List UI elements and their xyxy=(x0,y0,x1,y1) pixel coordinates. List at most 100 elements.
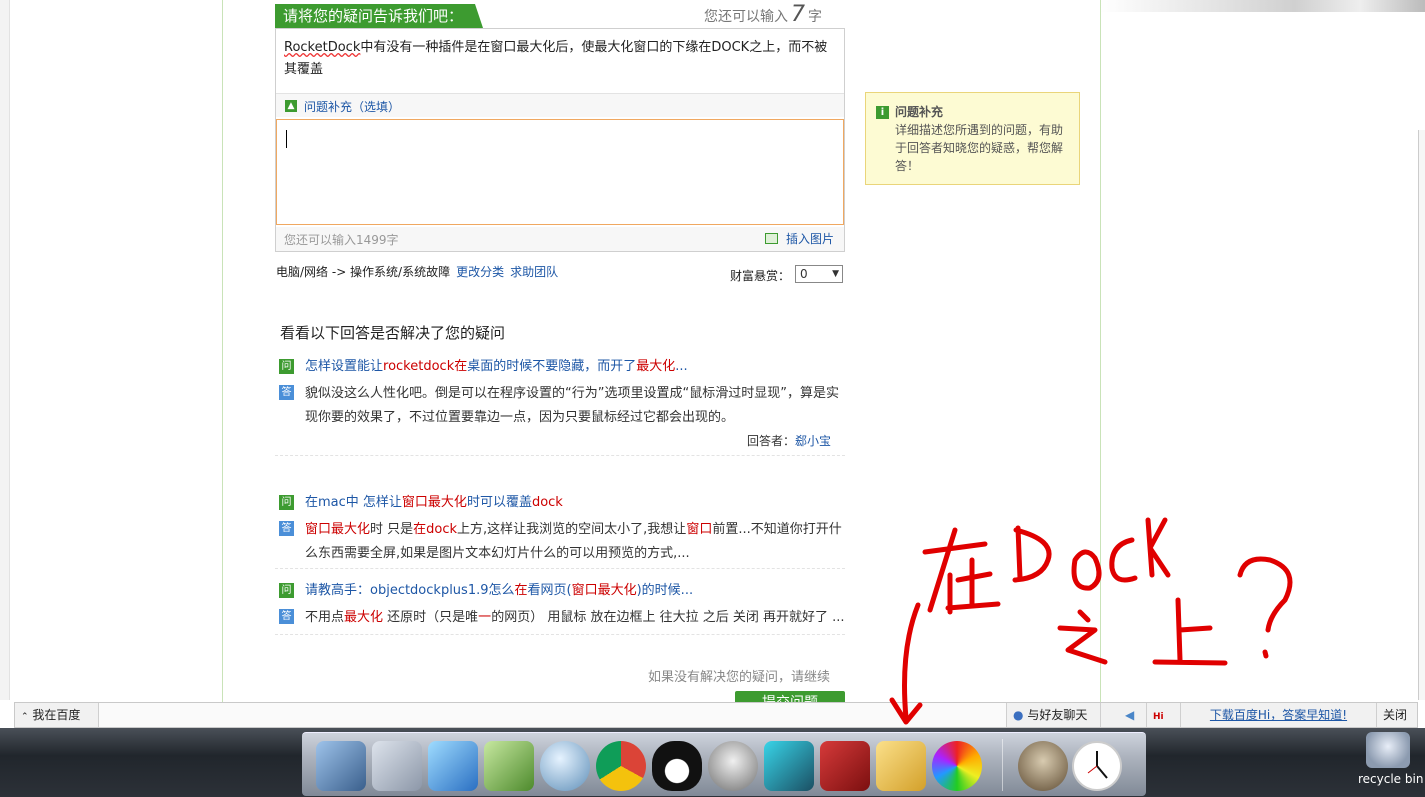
supplement-label: 问题补充（选填） xyxy=(304,100,401,114)
hi-label: Hi xyxy=(1153,712,1164,722)
page-scrollbar[interactable] xyxy=(1418,130,1425,700)
insert-image-link[interactable]: 插入图片 xyxy=(786,230,834,247)
change-category-link[interactable]: 更改分类 xyxy=(456,265,504,279)
globe-icon[interactable] xyxy=(540,741,590,791)
collapse-icon: ▲ xyxy=(285,100,297,112)
counter-suffix: 字 xyxy=(808,9,822,25)
qa-answer-row: 答 貌似没这么人性化吧。倒是可以在程序设置的“行为”选项里设置成“鼠标滑过时显现… xyxy=(275,382,845,430)
toolbar-close-button[interactable]: 关闭 xyxy=(1377,703,1417,727)
download-hi-link[interactable]: 下载百度Hi，答案早知道! xyxy=(1210,708,1347,722)
qa-item: 问 请教高手：objectdockplus1.9怎么在看网页(窗口最大化)的时候… xyxy=(275,580,845,635)
baidu-hi-icon[interactable]: Hi xyxy=(1147,703,1181,727)
clock-hands-icon xyxy=(1087,751,1108,779)
qa-question-row[interactable]: 问 请教高手：objectdockplus1.9怎么在看网页(窗口最大化)的时候… xyxy=(275,580,845,602)
recycle-bin-icon[interactable] xyxy=(1366,732,1410,768)
q-seg: rocketdock xyxy=(383,359,455,374)
qa-answer-row: 答 窗口最大化时 只是在dock上方,这样让我浏览的空间太小了,我想让窗口前置.… xyxy=(275,518,845,569)
category-line: 电脑/网络 -> 操作系统/系统故障 更改分类 求助团队 xyxy=(276,263,558,280)
paint-icon[interactable] xyxy=(372,741,422,791)
q-seg: 窗口最大化 xyxy=(401,495,467,510)
qa-question-row[interactable]: 问 怎样设置能让rocketdock在桌面的时候不要隐藏，而开了最大化... xyxy=(275,356,845,378)
messenger-icon[interactable] xyxy=(708,741,758,791)
qa-question-row[interactable]: 问 在mac中 怎样让窗口最大化时可以覆盖dock xyxy=(275,492,845,514)
chat-bubble-icon: ● xyxy=(1013,708,1024,722)
answer-badge: 答 xyxy=(279,385,294,400)
download-hi-link-item[interactable]: 下载百度Hi，答案早知道! xyxy=(1181,703,1377,727)
q-seg: 在 xyxy=(454,359,468,374)
tip-body: 详细描述您所遇到的问题，有助于回答者知晓您的疑惑，帮您解答！ xyxy=(895,123,1064,173)
photos-icon[interactable] xyxy=(484,741,534,791)
chat-with-friends[interactable]: ● 与好友聊天 xyxy=(1007,703,1101,727)
image-icon[interactable] xyxy=(765,233,778,244)
close-label: 关闭 xyxy=(1383,708,1408,722)
q-seg: 时可以覆盖 xyxy=(466,495,532,510)
caret-up-icon: ⌃ xyxy=(21,712,29,722)
question-badge: 问 xyxy=(279,495,294,510)
supplement-footer: 您还可以输入1499字 插入图片 xyxy=(276,227,844,251)
tip-title: 问题补充 xyxy=(895,105,944,119)
back-icon[interactable]: ◀ xyxy=(1119,703,1147,727)
color-wheel-icon[interactable] xyxy=(932,741,982,791)
question-box: RocketDock中有没有一种插件是在窗口最大化后，使最大化窗口的下缘在DOC… xyxy=(275,28,845,252)
q-seg: 在mac中 怎样让 xyxy=(305,495,402,510)
a-seg: 还原时（只是唯 xyxy=(383,610,479,625)
q-seg: 看网页( xyxy=(527,583,572,598)
question-badge: 问 xyxy=(279,359,294,374)
tip-box: i 问题补充 详细描述您所遇到的问题，有助于回答者知晓您的疑惑，帮您解答！ xyxy=(865,92,1080,185)
qa-answer-text: 貌似没这么人性化吧。倒是可以在程序设置的“行为”选项里设置成“鼠标滑过时显现”，… xyxy=(305,386,839,425)
reward-select[interactable]: 0 ▼ xyxy=(795,265,843,283)
qa-question-link[interactable]: 怎样设置能让rocketdock在桌面的时候不要隐藏，而开了最大化... xyxy=(305,356,845,378)
reward-label: 财富悬赏： xyxy=(730,269,791,283)
question-text-field[interactable]: RocketDock中有没有一种插件是在窗口最大化后，使最大化窗口的下缘在DOC… xyxy=(284,37,834,81)
answerer-name-link[interactable]: 郄小宝 xyxy=(795,434,831,448)
clock-icon[interactable] xyxy=(1072,741,1122,791)
qa-question-link[interactable]: 在mac中 怎样让窗口最大化时可以覆盖dock xyxy=(305,492,845,514)
supplement-textarea[interactable] xyxy=(276,119,844,225)
music-icon[interactable] xyxy=(428,741,478,791)
q-seg: 窗口最大化 xyxy=(571,583,637,598)
qq-penguin-icon[interactable] xyxy=(652,741,702,791)
pdf-reader-icon[interactable] xyxy=(820,741,870,791)
toolbar-spacer xyxy=(99,703,1007,727)
folder-icon[interactable] xyxy=(876,741,926,791)
q-seg: 最大化 xyxy=(636,359,676,374)
screen-icon[interactable] xyxy=(764,741,814,791)
chrome-icon[interactable] xyxy=(596,741,646,791)
answer-badge: 答 xyxy=(279,521,294,536)
a-seg: 最大化 xyxy=(344,610,384,625)
char-counter: 您还可以输入 7 字 xyxy=(704,2,822,27)
reward-value: 0 xyxy=(800,267,808,281)
qa-item: 问 怎样设置能让rocketdock在桌面的时候不要隐藏，而开了最大化... 答… xyxy=(275,356,845,456)
a-seg: 窗口最大化 xyxy=(305,522,371,537)
rocketdock xyxy=(302,732,1146,796)
answerer-line: 回答者：郄小宝 xyxy=(275,432,845,456)
qa-answer-text: 不用点最大化 还原时（只是唯一的网页） 用鼠标 放在边框上 往大拉 之后 关闭 … xyxy=(305,606,845,630)
settings-icon[interactable] xyxy=(1018,741,1068,791)
q-seg: 在 xyxy=(514,583,528,598)
unsolved-hint: 如果没有解决您的疑问，请继续 xyxy=(648,670,831,685)
recycle-bin-label: recycle bin xyxy=(1358,772,1424,786)
left-gutter xyxy=(0,0,10,700)
a-seg: 不用点 xyxy=(305,610,345,625)
a-seg: 在dock xyxy=(413,522,458,537)
my-computer-icon[interactable] xyxy=(316,741,366,791)
q-seg: 请教高手：objectdockplus1.9怎么 xyxy=(305,583,515,598)
question-header: 请将您的疑问告诉我们吧： xyxy=(275,4,483,28)
baidu-toolbar: ⌃ 我在百度 ● 与好友聊天 ◀ Hi 下载百度Hi，答案早知道! 关闭 xyxy=(14,702,1418,728)
answerer-label: 回答者： xyxy=(746,434,795,448)
a-seg: 时 只是 xyxy=(370,522,414,537)
q-seg: ... xyxy=(675,359,688,374)
question-badge: 问 xyxy=(279,583,294,598)
answer-badge: 答 xyxy=(279,609,294,624)
qa-answer-row: 答 不用点最大化 还原时（只是唯一的网页） 用鼠标 放在边框上 往大拉 之后 关… xyxy=(275,606,845,635)
qa-item: 问 在mac中 怎样让窗口最大化时可以覆盖dock 答 窗口最大化时 只是在do… xyxy=(275,492,845,569)
q-seg: dock xyxy=(531,495,563,510)
text-caret xyxy=(286,130,287,148)
help-team-link[interactable]: 求助团队 xyxy=(510,265,558,279)
qa-question-link[interactable]: 请教高手：objectdockplus1.9怎么在看网页(窗口最大化)的时候..… xyxy=(305,580,845,602)
info-icon: i xyxy=(876,106,889,119)
remaining-chars: 您还可以输入1499字 xyxy=(284,233,399,247)
supplement-toggle[interactable]: ▲ 问题补充（选填） xyxy=(276,93,844,117)
counter-number: 7 xyxy=(791,2,805,27)
toolbar-me[interactable]: ⌃ 我在百度 xyxy=(15,703,99,727)
